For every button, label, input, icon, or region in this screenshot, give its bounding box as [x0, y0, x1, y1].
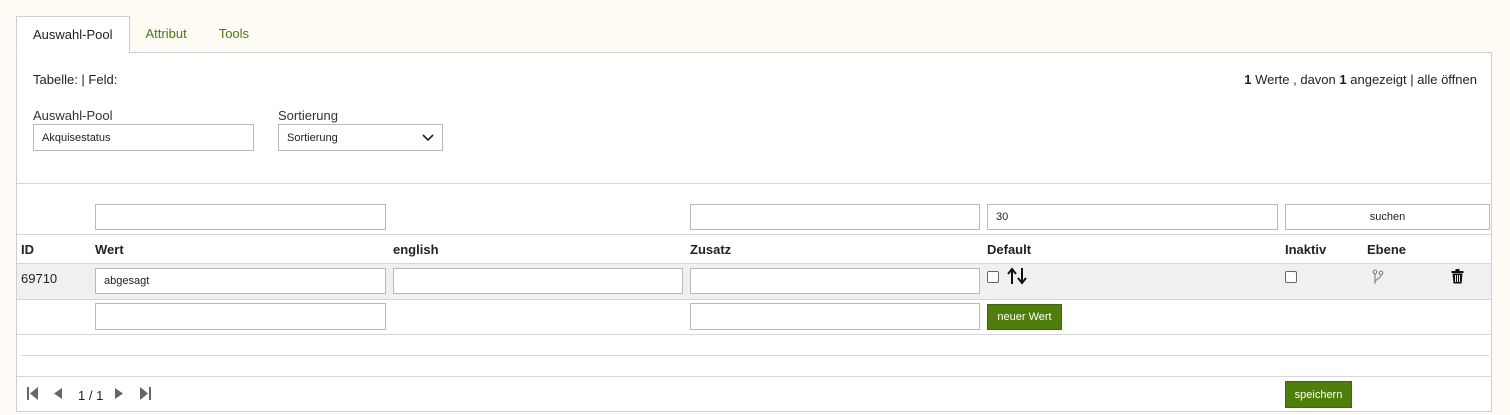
trash-icon[interactable]: [1451, 269, 1464, 284]
sort-select[interactable]: Sortierung: [278, 124, 443, 151]
last-page-icon[interactable]: [140, 387, 151, 400]
sort-select-value: Sortierung: [287, 131, 338, 144]
col-default: Default: [987, 242, 1032, 257]
col-zusatz: Zusatz: [690, 242, 732, 257]
filter-wert-input[interactable]: [95, 204, 386, 230]
divider: [17, 334, 1491, 335]
sort-arrows-icon[interactable]: [1007, 267, 1029, 285]
inaktiv-checkbox[interactable]: [1285, 271, 1297, 283]
page-indicator: 1 / 1: [78, 388, 104, 403]
tab-tools[interactable]: Tools: [203, 16, 265, 52]
divider: [17, 183, 1491, 184]
table-field-info: Tabelle: | Feld:: [33, 72, 118, 87]
open-all-link[interactable]: angezeigt | alle öffnen: [1350, 72, 1477, 87]
search-button[interactable]: suchen: [1285, 204, 1490, 230]
row-english-input[interactable]: [393, 268, 683, 294]
new-wert-input[interactable]: [95, 303, 386, 330]
shown-count: 1: [1339, 72, 1347, 87]
save-button[interactable]: speichern: [1285, 381, 1352, 408]
value-count-info: 1 Werte , davon 1 angezeigt | alle öffne…: [1244, 72, 1477, 87]
main-panel: Tabelle: | Feld: 1 Werte , davon 1 angez…: [16, 52, 1492, 412]
col-id: ID: [21, 242, 34, 257]
row-id: 69710: [21, 271, 58, 286]
new-value-button[interactable]: neuer Wert: [987, 304, 1062, 330]
chevron-down-icon: [422, 133, 434, 141]
total-count: 1: [1244, 72, 1252, 87]
row-zusatz-input[interactable]: [690, 268, 980, 294]
sort-label: Sortierung: [278, 108, 338, 123]
first-page-icon[interactable]: [27, 387, 38, 400]
divider: [21, 355, 1489, 356]
pool-label: Auswahl-Pool: [33, 108, 113, 123]
col-wert: Wert: [95, 242, 124, 257]
limit-input[interactable]: [987, 204, 1278, 230]
filter-zusatz-input[interactable]: [690, 204, 980, 230]
col-ebene: Ebene: [1367, 242, 1407, 257]
row-wert-input[interactable]: [95, 268, 386, 294]
tab-auswahl-pool[interactable]: Auswahl-Pool: [16, 16, 130, 54]
tab-bar: Auswahl-Pool Attribut Tools: [16, 16, 265, 54]
col-english: english: [393, 242, 439, 257]
new-zusatz-input[interactable]: [690, 303, 980, 330]
branch-icon[interactable]: [1372, 269, 1384, 285]
tab-attribut[interactable]: Attribut: [130, 16, 203, 52]
werte-label: Werte , davon: [1255, 72, 1336, 87]
pool-input[interactable]: [33, 124, 254, 151]
default-checkbox[interactable]: [987, 271, 999, 283]
divider: [17, 376, 1491, 377]
next-page-icon[interactable]: [115, 388, 123, 399]
col-inaktiv: Inaktiv: [1285, 242, 1327, 257]
prev-page-icon[interactable]: [54, 388, 62, 399]
divider: [17, 234, 1491, 235]
